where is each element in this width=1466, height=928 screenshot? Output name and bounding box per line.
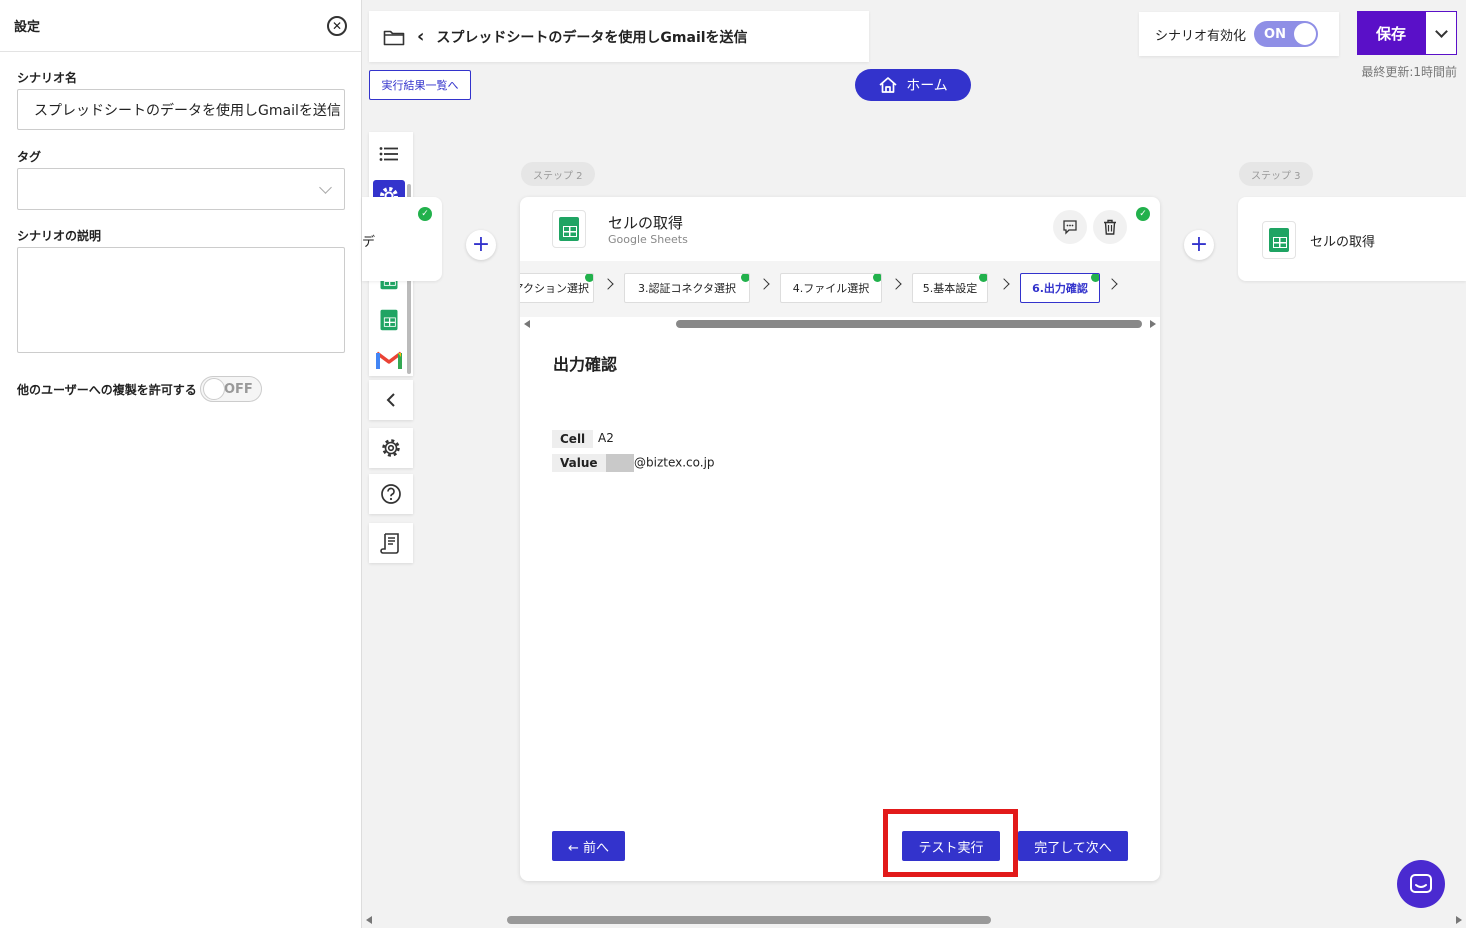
home-button[interactable]: ホーム (855, 69, 971, 101)
prev-button[interactable]: ← 前へ (552, 831, 625, 861)
scroll-right-arrow[interactable] (1150, 320, 1156, 328)
settings-header: 設定 ✕ (0, 0, 361, 52)
check-icon: ✓ (1136, 207, 1150, 221)
save-button[interactable]: 保存 (1357, 11, 1425, 55)
step-card-header: セルの取得 Google Sheets ✓ (520, 197, 1160, 261)
highlight-box (883, 809, 1018, 877)
step-subtitle: Google Sheets (608, 233, 688, 246)
output-value-row: @biztex.co.jp (606, 454, 715, 472)
scenario-title: スプレッドシートのデータを使用しGmailを送信 (436, 29, 748, 46)
scroll-thumb[interactable] (507, 916, 991, 924)
toggle-off-text: OFF (223, 381, 253, 397)
add-step-button[interactable]: + (1184, 230, 1214, 260)
google-sheets-icon (1262, 221, 1296, 259)
tag-label: タグ (17, 150, 42, 164)
chevron-right-icon (998, 278, 1010, 290)
chevron-left-icon (386, 393, 395, 407)
chat-button[interactable] (1397, 860, 1445, 908)
gear-icon (382, 439, 400, 457)
tab-basic-settings[interactable]: 5.基本設定 (912, 273, 988, 303)
settings-panel: 設定 ✕ シナリオ名 スプレッドシートのデータを使用しGmailを送信 タグ シ… (0, 0, 362, 928)
help-icon (381, 484, 401, 504)
complete-next-button[interactable]: 完了して次へ (1018, 831, 1128, 861)
scroll-left-arrow[interactable] (524, 320, 530, 328)
chevron-down-icon (1434, 24, 1448, 38)
tabs-scrollbar[interactable] (520, 317, 1160, 331)
section-title: 出力確認 (553, 355, 618, 374)
output-key: Cell (552, 430, 594, 448)
google-sheets-icon (552, 210, 586, 248)
toggle-on-text: ON (1264, 26, 1286, 42)
chevron-right-icon (758, 278, 770, 290)
scenario-name-input[interactable]: スプレッドシートのデータを使用しGmailを送信 (17, 89, 345, 130)
home-icon (879, 77, 897, 93)
step-card: セルの取得 Google Sheets ✓ アクション選択 3.認証コネクタ選択… (520, 197, 1160, 881)
tab-output-check[interactable]: 6.出力確認 (1020, 273, 1100, 303)
gmail-icon[interactable] (373, 344, 405, 376)
tag-select[interactable] (17, 168, 345, 210)
trash-icon (1104, 219, 1116, 235)
output-value: A2 (598, 431, 614, 445)
step-label: ステップ 3 (1239, 162, 1313, 186)
chat-icon (1410, 874, 1432, 893)
chevron-right-icon (1106, 278, 1118, 290)
scenario-name-label: シナリオ名 (17, 71, 78, 85)
folder-icon[interactable] (383, 28, 405, 46)
add-step-button[interactable]: + (466, 230, 496, 260)
document-log-icon (380, 533, 399, 554)
output-key: Value (552, 454, 606, 472)
last-updated: 最終更新:1時間前 (1361, 65, 1457, 79)
save-dropdown-button[interactable] (1425, 11, 1457, 55)
comment-button[interactable] (1053, 210, 1087, 244)
allow-copy-row: 他のユーザーへの複製を許可する OFF (17, 376, 262, 402)
sheets-step-icon[interactable] (373, 304, 405, 336)
scroll-thumb[interactable] (676, 320, 1142, 328)
chevron-right-icon (602, 278, 614, 290)
scroll-right-arrow[interactable] (1456, 916, 1462, 924)
next-step-title: セルの取得 (1310, 235, 1376, 250)
log-button[interactable] (369, 523, 413, 563)
redacted-area (606, 454, 634, 472)
close-circle-icon[interactable]: ✕ (327, 15, 347, 36)
step-tabs: アクション選択 3.認証コネクタ選択 4.ファイル選択 5.基本設定 6.出力確… (520, 261, 1160, 317)
step-title: セルの取得 (608, 214, 684, 232)
back-chevron-icon[interactable]: ‹ (417, 26, 424, 47)
allow-copy-toggle[interactable]: OFF (199, 376, 262, 402)
next-step-card[interactable]: セルの取得 (1238, 197, 1466, 281)
toggle-knob (202, 378, 225, 400)
description-textarea[interactable] (17, 247, 345, 353)
step-label: ステップ 2 (521, 162, 595, 186)
settings-button[interactable] (369, 428, 413, 468)
collapse-button[interactable] (369, 380, 413, 420)
delete-button[interactable] (1093, 210, 1127, 244)
comment-icon (1063, 220, 1077, 235)
results-list-link[interactable]: 実行結果一覧へ (369, 70, 471, 100)
description-label: シナリオの説明 (17, 229, 102, 243)
toggle-knob (1294, 23, 1317, 45)
check-icon: ✓ (418, 207, 432, 221)
prev-card-text: デ (362, 235, 376, 250)
tab-auth-connector[interactable]: 3.認証コネクタ選択 (624, 273, 750, 303)
enable-toggle[interactable]: ON (1254, 21, 1319, 47)
help-button[interactable] (369, 474, 413, 514)
allow-copy-label: 他のユーザーへの複製を許可する (17, 382, 197, 397)
previous-step-card[interactable]: デ ✓ (362, 197, 442, 281)
home-label: ホーム (906, 78, 948, 94)
list-icon[interactable] (373, 138, 405, 170)
settings-title: 設定 (14, 20, 41, 35)
chevron-right-icon (890, 278, 902, 290)
scroll-left-arrow[interactable] (366, 916, 372, 924)
canvas-scrollbar[interactable] (362, 912, 1466, 928)
tab-action-select[interactable]: アクション選択 (520, 273, 594, 303)
tab-file-select[interactable]: 4.ファイル選択 (780, 273, 882, 303)
output-value: @biztex.co.jp (634, 455, 715, 470)
scenario-enable-card: シナリオ有効化 ON (1139, 12, 1339, 56)
scenario-title-bar: ‹ スプレッドシートのデータを使用しGmailを送信 (369, 11, 869, 62)
chevron-down-icon (319, 181, 332, 194)
enable-label: シナリオ有効化 (1155, 28, 1247, 44)
